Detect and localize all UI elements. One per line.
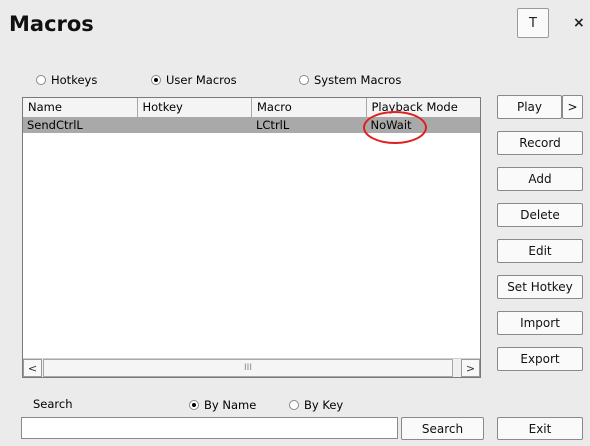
scroll-left-icon[interactable]: <: [23, 359, 42, 377]
delete-button[interactable]: Delete: [497, 203, 583, 227]
add-button[interactable]: Add: [497, 167, 583, 191]
column-header-playback-mode[interactable]: Playback Mode: [366, 98, 480, 118]
radio-by-name[interactable]: By Name: [189, 398, 256, 412]
horizontal-scrollbar[interactable]: < III >: [23, 358, 480, 377]
cell-name: SendCtrlL: [27, 118, 83, 132]
export-button[interactable]: Export: [497, 347, 583, 371]
radio-system-macros[interactable]: System Macros: [299, 73, 401, 87]
import-button[interactable]: Import: [497, 311, 583, 335]
search-label: Search: [33, 397, 73, 411]
scroll-right-icon[interactable]: >: [461, 359, 480, 377]
record-button[interactable]: Record: [497, 131, 583, 155]
cell-playback-mode: NoWait: [370, 118, 412, 132]
radio-by-key-label: By Key: [304, 398, 344, 412]
table-row[interactable]: SendCtrlL LCtrlL NoWait: [23, 118, 480, 133]
radio-system-macros-label: System Macros: [314, 73, 402, 87]
radio-by-name-indicator[interactable]: [189, 400, 199, 410]
radio-user-macros[interactable]: User Macros: [151, 73, 237, 87]
cell-macro: LCtrlL: [256, 118, 290, 132]
column-header-hotkey[interactable]: Hotkey: [137, 98, 252, 118]
scroll-thumb[interactable]: III: [43, 359, 453, 377]
close-icon[interactable]: ×: [573, 8, 585, 38]
radio-user-macros-label: User Macros: [166, 73, 237, 87]
macros-dialog: Macros T × Hotkeys User Macros System Ma…: [0, 0, 590, 446]
radio-hotkeys[interactable]: Hotkeys: [36, 73, 97, 87]
search-button[interactable]: Search: [401, 417, 484, 440]
radio-hotkeys-label: Hotkeys: [51, 73, 98, 87]
radio-system-macros-indicator[interactable]: [299, 75, 309, 85]
exit-button[interactable]: Exit: [497, 417, 583, 440]
cell-hotkey: [138, 118, 253, 133]
radio-user-macros-indicator[interactable]: [151, 75, 161, 85]
radio-by-key-indicator[interactable]: [289, 400, 299, 410]
dialog-title: Macros: [9, 12, 94, 36]
radio-hotkeys-indicator[interactable]: [36, 75, 46, 85]
column-header-name[interactable]: Name: [23, 98, 138, 118]
play-options-button[interactable]: >: [562, 95, 583, 119]
search-input[interactable]: [21, 417, 398, 439]
play-button[interactable]: Play: [497, 95, 562, 119]
table-header: Name Hotkey Macro Playback Mode: [23, 98, 480, 118]
column-header-macro[interactable]: Macro: [252, 98, 367, 118]
set-hotkey-button[interactable]: Set Hotkey: [497, 275, 583, 299]
edit-button[interactable]: Edit: [497, 239, 583, 263]
radio-by-name-label: By Name: [204, 398, 257, 412]
radio-by-key[interactable]: By Key: [289, 398, 343, 412]
pin-button[interactable]: T: [517, 8, 549, 38]
macro-table: Name Hotkey Macro Playback Mode SendCtrl…: [22, 97, 481, 378]
